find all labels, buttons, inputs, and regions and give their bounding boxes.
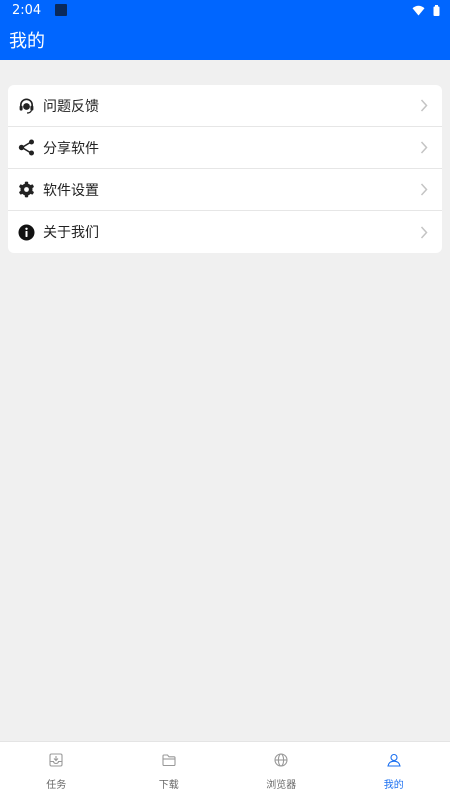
menu-item-label: 关于我们: [43, 225, 99, 241]
status-bar: 2:04: [0, 0, 450, 20]
menu-item-about[interactable]: 关于我们: [8, 211, 442, 253]
menu-item-label: 分享软件: [43, 140, 99, 157]
person-icon: [387, 752, 401, 771]
tab-label: 浏览器: [266, 779, 297, 791]
chevron-right-icon: [420, 141, 430, 155]
tab-tasks[interactable]: 任务: [0, 742, 113, 800]
tab-label: 任务: [46, 779, 67, 791]
menu-item-share[interactable]: 分享软件: [8, 127, 442, 169]
status-time: 2:04: [12, 2, 42, 18]
share-icon: [17, 139, 35, 157]
inbox-icon: [49, 752, 63, 771]
chevron-right-icon: [420, 183, 430, 197]
notification-icon: [55, 4, 68, 16]
chevron-right-icon: [420, 99, 430, 113]
battery-icon: [433, 1, 440, 20]
tab-label: 下载: [158, 779, 179, 791]
tab-label: 我的: [383, 779, 404, 791]
tab-mine[interactable]: 我的: [338, 742, 450, 800]
menu-item-label: 问题反馈: [43, 98, 99, 115]
bottom-nav: 任务 下载 浏览器 我的: [0, 741, 450, 800]
headset-icon: [17, 97, 35, 115]
gear-icon: [17, 181, 35, 199]
app-bar: 我的: [0, 20, 450, 60]
globe-icon: [274, 752, 288, 771]
page-title: 我的: [9, 31, 45, 52]
chevron-right-icon: [420, 225, 430, 239]
info-icon: [17, 223, 35, 241]
tab-browser[interactable]: 浏览器: [225, 742, 338, 800]
tab-downloads[interactable]: 下载: [113, 742, 226, 800]
folder-icon: [162, 752, 176, 771]
menu-item-label: 软件设置: [43, 182, 99, 199]
wifi-icon: [412, 1, 425, 20]
menu-item-settings[interactable]: 软件设置: [8, 169, 442, 211]
menu-card: 问题反馈 分享软件 软件设置 关于我们: [8, 85, 442, 253]
menu-item-feedback[interactable]: 问题反馈: [8, 85, 442, 127]
